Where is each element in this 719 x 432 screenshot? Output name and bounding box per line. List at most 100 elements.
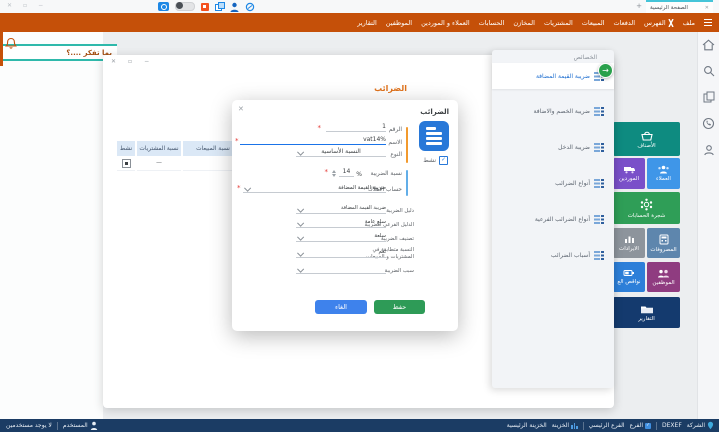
menu-accounts[interactable]: الحسابات (479, 19, 505, 27)
folder-icon (640, 304, 654, 314)
app-minimize-button[interactable]: − (38, 2, 43, 9)
quick-search-icon[interactable] (158, 2, 169, 11)
supplier-truck-icon (623, 165, 636, 174)
hamburger-menu-icon[interactable] (704, 19, 712, 26)
panel-item-tax-types[interactable]: أنواع الضرائب (492, 165, 614, 201)
rate-input[interactable]: 14 (339, 167, 354, 177)
menu-purchases[interactable]: المشتريات (544, 19, 573, 27)
notifications-bell-icon[interactable] (5, 35, 17, 54)
home-icon[interactable] (702, 39, 715, 51)
app-shortcut-icon[interactable] (201, 3, 209, 11)
chevron-down-icon (297, 220, 303, 226)
treasury-status-item[interactable]: الخزينة (552, 422, 578, 429)
menu-payments[interactable]: الدفعات (613, 19, 635, 27)
active-checkbox-group[interactable]: ✓ نشط (423, 156, 448, 165)
tab-close-icon[interactable]: ✕ (705, 5, 709, 11)
type-field-label: النوع (390, 152, 402, 158)
reason-select[interactable] (296, 264, 386, 274)
tab-home-label: الصفحة الرئيسية (650, 5, 688, 11)
dialog-close-icon[interactable]: ✕ (238, 105, 244, 113)
panel-item-vat[interactable]: ضريبة القيمة المضافة (492, 63, 614, 89)
menu-warehouses[interactable]: المخازن (513, 19, 535, 27)
window-titlebar: ✕ ▫ − + ✕ الصفحة الرئيسية (0, 0, 719, 14)
new-tab-button[interactable]: + (636, 2, 642, 10)
guide-select[interactable]: ضريبة القيمة المضافة (296, 204, 386, 214)
menu-sales[interactable]: المبيعات (582, 19, 605, 27)
left-panel (0, 32, 103, 419)
row-active-checkbox[interactable] (122, 159, 131, 168)
active-checkbox[interactable]: ✓ (439, 156, 448, 165)
name-field-label: الاسم (388, 140, 402, 146)
required-marker: * (318, 124, 322, 132)
dashboard-tiles: الأصناف العملاء الموردين شجرة الحسابات ا… (613, 122, 680, 332)
classification-select[interactable]: سلعة (296, 232, 386, 242)
account-select[interactable]: ضريبة القيمة المضافة (243, 183, 386, 193)
copy-layers-icon[interactable] (215, 2, 224, 11)
table-row[interactable]: — (117, 156, 243, 171)
name-input[interactable]: vat14% (240, 135, 386, 145)
tile-revenues[interactable]: الايرادات (613, 228, 645, 258)
think-prompt-banner[interactable]: بما تفكر ....؟ (0, 44, 117, 61)
match-select[interactable]: نعم (296, 248, 386, 258)
taxes-window-title: الضرائب (374, 84, 407, 93)
branch-status-item[interactable]: ✓ الفرع (630, 422, 651, 429)
documents-icon[interactable] (703, 91, 715, 103)
user-status-item[interactable]: المستخدم (63, 421, 98, 430)
tile-items[interactable]: الأصناف (613, 122, 680, 156)
required-marker: * (325, 168, 329, 176)
cancel-button[interactable]: الغاء (315, 300, 367, 314)
sub-guide-select[interactable]: سلع عامة (296, 218, 386, 228)
panel-item-withholding-tax[interactable]: ضريبة الخصم والاضافة (492, 93, 614, 129)
tile-shortage[interactable]: نواقص الع (613, 262, 645, 292)
taxes-window-close-button[interactable]: ✕ (111, 58, 116, 65)
column-header-active[interactable]: نشط (117, 141, 135, 156)
app-restore-button[interactable]: ▫ (23, 2, 27, 9)
chevron-down-icon (244, 185, 250, 191)
panel-item-tax-subtypes[interactable]: أنواع الضرائب الفرعية (492, 201, 614, 237)
search-icon[interactable] (703, 65, 715, 77)
tab-home[interactable]: ✕ الصفحة الرئيسية (646, 0, 713, 13)
rate-stepper[interactable] (332, 170, 336, 177)
tile-customers[interactable]: العملاء (647, 158, 680, 189)
calculator-icon (659, 234, 669, 245)
menu-employees[interactable]: الموظفين (386, 19, 412, 27)
menu-file[interactable]: ملف (683, 19, 695, 27)
company-value: DEXEF (662, 422, 682, 429)
taxes-window-maximize-button[interactable]: ▫ (128, 58, 132, 65)
tile-suppliers[interactable]: الموردين (613, 158, 645, 189)
profile-icon[interactable] (703, 144, 715, 156)
active-checkbox-label: نشط (423, 157, 436, 164)
menu-reports[interactable]: التقارير (357, 19, 377, 27)
taxes-window-minimize-button[interactable]: − (144, 58, 149, 65)
tile-accounts-tree[interactable]: شجرة الحسابات (613, 192, 680, 224)
app-close-button[interactable]: ✕ (7, 2, 12, 9)
tile-expenses[interactable]: المصروفات (647, 228, 680, 258)
separator (57, 422, 58, 430)
user-icon[interactable] (230, 2, 239, 12)
column-header-purchase-rate[interactable]: نسبة المشتريات (137, 141, 181, 156)
treasury-value: الخزينة الرئيسية (507, 422, 547, 429)
properties-panel: الخصائص → ضريبة القيمة المضافة ضريبة الخ… (492, 50, 614, 388)
save-button[interactable]: حفظ (374, 300, 425, 314)
number-input[interactable]: 1 (326, 122, 386, 132)
theme-toggle[interactable] (175, 2, 195, 11)
main-menubar: ملف الفهرس الدفعات المبيعات المشتريات ال… (0, 13, 719, 32)
basket-icon (640, 130, 654, 141)
type-select[interactable]: النسبة الأساسية (296, 147, 386, 157)
menu-index[interactable]: الفهرس (644, 19, 674, 27)
tile-reports[interactable]: التقارير (613, 297, 680, 328)
link-icon[interactable] (245, 2, 255, 12)
whatsapp-icon[interactable] (702, 117, 715, 130)
chevron-down-icon (297, 149, 303, 155)
tile-employees[interactable]: الموظفين (647, 262, 680, 292)
chart-bars-icon (624, 235, 635, 244)
branch-icon: ✓ (645, 423, 651, 429)
open-arrow-icon[interactable]: → (598, 63, 613, 78)
menu-customers-suppliers[interactable]: العملاء و الموردين (421, 19, 470, 27)
chevron-down-icon (297, 234, 303, 240)
statusbar: الشركة DEXEF ✓ الفرع الفرع الرئيسي الخزي… (0, 419, 719, 432)
company-status-item[interactable]: الشركة (687, 421, 714, 430)
panel-item-tax-reasons[interactable]: أسباب الضرائب (492, 237, 614, 273)
panel-item-income-tax[interactable]: ضريبة الدخل (492, 129, 614, 165)
people-icon (657, 165, 670, 174)
